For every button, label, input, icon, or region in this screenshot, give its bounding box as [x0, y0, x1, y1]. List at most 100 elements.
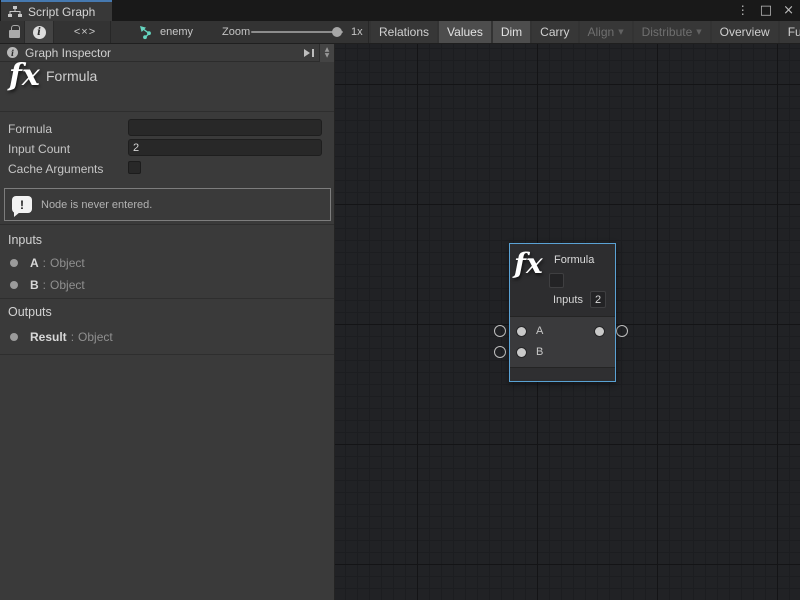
colon-separator: : — [43, 256, 46, 270]
chevron-down-icon: ▼ — [696, 28, 701, 36]
info-icon: i — [33, 26, 46, 39]
colon-separator: : — [71, 330, 74, 344]
zoom-label: Zoom — [222, 26, 250, 38]
input-row-b: B: Object — [0, 276, 334, 294]
port-description: B: Object — [30, 278, 85, 292]
section-divider — [0, 298, 334, 299]
arrow-down-icon: ▼ — [325, 53, 330, 59]
port-name: B — [30, 278, 39, 292]
tab-label: Script Graph — [28, 5, 95, 19]
port-type: Object — [50, 278, 85, 292]
values-button[interactable]: Values — [439, 21, 491, 43]
graph-inspector-panel: i Graph Inspector ▲ ▼ fx Formula Formula… — [0, 44, 335, 600]
graph-asset-icon — [139, 25, 154, 40]
port-description: Result: Object — [30, 330, 113, 344]
close-icon[interactable]: × — [783, 0, 794, 21]
port-name: A — [30, 256, 39, 270]
port-bullet-icon — [10, 259, 18, 267]
port-bullet-icon — [10, 281, 18, 289]
port-description: A: Object — [30, 256, 85, 270]
node-warning: ! Node is never entered. — [4, 188, 331, 221]
full-screen-button-label: Full Screen — [788, 25, 800, 39]
align-button-label: Align — [588, 25, 615, 39]
port-type: Object — [78, 330, 113, 344]
cache-arguments-checkbox[interactable] — [128, 161, 141, 174]
formula-field-label: Formula — [8, 122, 52, 136]
node-title: Formula — [554, 254, 594, 266]
warning-icon: ! — [12, 196, 32, 213]
connection-socket-left-b[interactable] — [494, 346, 506, 358]
lock-button[interactable] — [4, 21, 24, 43]
node-input-count-value: 2 — [595, 294, 601, 306]
connection-socket-left-a[interactable] — [494, 325, 506, 337]
port-b-label: B — [536, 346, 543, 358]
colon-separator: : — [43, 278, 46, 292]
dock-panel-button[interactable] — [300, 44, 320, 62]
toolbar-separator — [110, 21, 111, 43]
port-bullet-icon — [10, 333, 18, 341]
value-port-b[interactable] — [517, 348, 526, 357]
node-input-count-field[interactable]: 2 — [590, 291, 606, 308]
lock-icon — [9, 30, 20, 38]
graph-name-label: enemy — [160, 26, 193, 38]
input-count-field-label: Input Count — [8, 142, 70, 156]
code-icon: <×> — [74, 26, 96, 38]
align-dropdown-button: Align ▼ — [580, 21, 632, 43]
dim-button[interactable]: Dim — [493, 21, 530, 43]
dock-right-icon — [303, 48, 316, 58]
inspector-title: Graph Inspector — [25, 46, 300, 60]
toolbar-separator — [368, 21, 369, 43]
section-divider — [0, 224, 334, 225]
port-name: Result — [30, 330, 67, 344]
graph-toolbar: i <×> enemy Zoom 1x Relations — [0, 21, 800, 44]
output-row-result: Result: Object — [0, 328, 334, 346]
node-inputs-label: Inputs — [553, 294, 583, 306]
maximize-icon[interactable]: □ — [760, 0, 772, 21]
overview-button[interactable]: Overview — [712, 21, 778, 43]
graph-canvas[interactable]: fx Formula Inputs 2 A B — [335, 44, 800, 600]
zoom-level-value: 1x — [351, 26, 363, 38]
outputs-section-title: Outputs — [8, 305, 52, 319]
node-formula-input[interactable] — [549, 273, 564, 288]
title-bar: Script Graph ⋮ □ × — [0, 0, 800, 21]
code-view-button[interactable]: <×> — [66, 21, 104, 43]
connection-socket-right-result[interactable] — [616, 325, 628, 337]
panel-scrubber[interactable]: ▲ ▼ — [320, 44, 334, 62]
formula-node-footer — [510, 367, 615, 379]
zoom-slider-knob[interactable] — [332, 27, 342, 37]
distribute-dropdown-button: Distribute ▼ — [634, 21, 710, 43]
formula-node-icon: fx — [9, 58, 40, 93]
overview-button-label: Overview — [720, 25, 770, 39]
inspector-toggle-button[interactable]: i — [24, 21, 54, 43]
script-graph-icon — [8, 6, 22, 18]
formula-node-icon: fx — [514, 247, 543, 280]
formula-node[interactable]: fx Formula Inputs 2 A B — [509, 243, 616, 382]
info-icon: i — [7, 47, 18, 58]
dim-button-label: Dim — [501, 25, 522, 39]
inputs-section-title: Inputs — [8, 233, 42, 247]
unity-visual-scripting-window: Script Graph ⋮ □ × i <×> enemy — [0, 0, 800, 600]
port-a-label: A — [536, 325, 543, 337]
graph-breadcrumb[interactable]: enemy — [139, 21, 193, 43]
values-button-label: Values — [447, 25, 483, 39]
cache-arguments-label: Cache Arguments — [8, 162, 103, 176]
tab-script-graph[interactable]: Script Graph — [1, 0, 112, 21]
input-count-input[interactable] — [128, 139, 322, 156]
full-screen-button[interactable]: Full Screen — [780, 21, 800, 43]
zoom-slider-track[interactable] — [251, 31, 343, 33]
port-type: Object — [50, 256, 85, 270]
carry-button-label: Carry — [540, 25, 569, 39]
inspected-node-title: Formula — [46, 68, 97, 84]
value-port-result[interactable] — [595, 327, 604, 336]
formula-input[interactable] — [128, 119, 322, 136]
window-menu-icon[interactable]: ⋮ — [737, 0, 749, 21]
value-port-a[interactable] — [517, 327, 526, 336]
relations-button-label: Relations — [379, 25, 429, 39]
relations-button[interactable]: Relations — [371, 21, 437, 43]
window-controls: ⋮ □ × — [737, 0, 794, 21]
zoom-slider[interactable] — [251, 21, 343, 43]
input-row-a: A: Object — [0, 254, 334, 272]
warning-text: Node is never entered. — [41, 199, 152, 211]
inspector-header: i Graph Inspector ▲ ▼ — [0, 44, 334, 62]
carry-button[interactable]: Carry — [532, 21, 577, 43]
